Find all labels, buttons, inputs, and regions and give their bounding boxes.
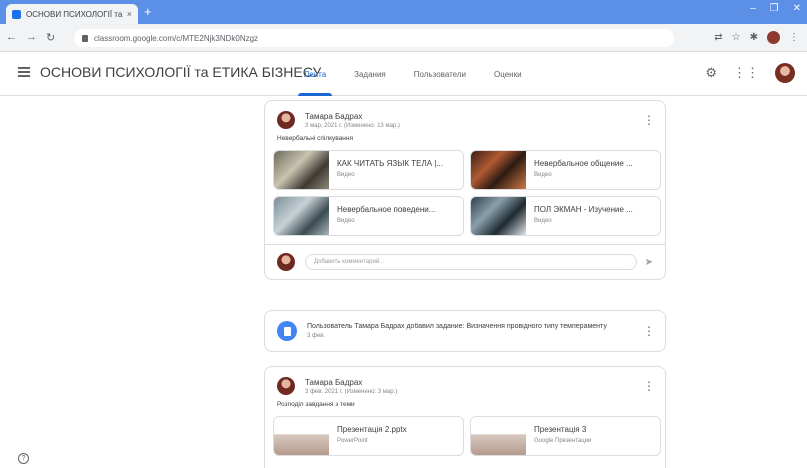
stream-post: Тамара Бадрах 3 мар. 2021 г. (Изменено: … bbox=[264, 100, 666, 280]
more-options-icon[interactable]: ⋮ bbox=[643, 379, 655, 393]
comment-bar: Добавить комментарий... ➤ bbox=[265, 244, 665, 279]
attachment-info: КАК ЧИТАТЬ ЯЗЫК ТЕЛА |... Видео bbox=[329, 151, 451, 189]
back-icon[interactable]: ← bbox=[6, 31, 17, 44]
attachment-title: ПОЛ ЭКМАН - Изучение ... bbox=[534, 205, 633, 214]
video-thumbnail bbox=[274, 151, 329, 189]
assignment-icon bbox=[277, 321, 297, 341]
attachment-type: Видео bbox=[337, 218, 355, 224]
attachment-presentation[interactable]: Презентація 2.pptx PowerPoint bbox=[273, 416, 464, 456]
commenter-avatar bbox=[277, 253, 295, 271]
new-tab-button[interactable]: + bbox=[144, 5, 152, 18]
post-text: Розподіл завдання з теми bbox=[277, 401, 355, 408]
tab-people[interactable]: Пользователи bbox=[400, 52, 480, 96]
tab-stream[interactable]: Лента bbox=[290, 52, 340, 96]
browser-toolbar: ← → ↻ classroom.google.com/c/MTE2Njk3NDk… bbox=[0, 24, 807, 52]
notice-date: 3 фев. bbox=[307, 333, 326, 339]
attachments-grid: КАК ЧИТАТЬ ЯЗЫК ТЕЛА |... Видео Невербал… bbox=[265, 150, 665, 236]
settings-gear-icon[interactable]: ⚙ bbox=[705, 65, 717, 81]
browser-tools: ⇄ ☆ ✱ ⋮ bbox=[714, 31, 799, 44]
notice-info: Пользователь Тамара Бадрах добавил задан… bbox=[307, 323, 643, 339]
attachment-type: PowerPoint bbox=[337, 438, 368, 444]
video-thumbnail bbox=[274, 197, 329, 235]
post-author: Тамара Бадрах bbox=[305, 377, 363, 387]
author-avatar bbox=[277, 111, 295, 129]
classwork-notice[interactable]: Пользователь Тамара Бадрах добавил задан… bbox=[264, 310, 666, 352]
post-header: Тамара Бадрах 3 мар. 2021 г. (Изменено: … bbox=[265, 101, 665, 131]
video-thumbnail bbox=[471, 151, 526, 189]
classroom-header: ОСНОВИ ПСИХОЛОГІЇ та ЕТИКА БІЗНЕСУ Лента… bbox=[0, 52, 807, 96]
attachment-title: Невербальное общение ... bbox=[534, 159, 633, 168]
class-title[interactable]: ОСНОВИ ПСИХОЛОГІЇ та ЕТИКА БІЗНЕСУ bbox=[40, 64, 321, 80]
address-bar[interactable]: classroom.google.com/c/MTE2Njk3NDk0Nzgz bbox=[74, 29, 674, 47]
post-meta: Тамара Бадрах 3 фев. 2021 г. (Изменено: … bbox=[305, 378, 643, 395]
class-tabs: Лента Задания Пользователи Оценки bbox=[290, 52, 536, 96]
attachment-title: Презентація 3 bbox=[534, 425, 587, 434]
minimize-icon[interactable]: ‒ bbox=[750, 3, 756, 14]
video-thumbnail bbox=[471, 197, 526, 235]
url-text: classroom.google.com/c/MTE2Njk3NDk0Nzgz bbox=[94, 33, 259, 43]
profile-avatar-icon[interactable] bbox=[767, 31, 780, 44]
attachment-title: Невербальное поведени... bbox=[337, 205, 436, 214]
notice-text: Пользователь Тамара Бадрах добавил задан… bbox=[307, 323, 607, 330]
notice-row: Пользователь Тамара Бадрах добавил задан… bbox=[265, 311, 665, 351]
attachment-video[interactable]: Невербальное общение ... Видео bbox=[470, 150, 661, 190]
reload-icon[interactable]: ↻ bbox=[46, 31, 55, 44]
browser-tab-title: ОСНОВИ ПСИХОЛОГІЇ та ЕТИКА bbox=[26, 9, 123, 19]
presentation-thumbnail bbox=[471, 417, 526, 455]
presentation-thumbnail bbox=[274, 417, 329, 455]
window-controls: ‒ ❐ ✕ bbox=[750, 3, 801, 14]
author-avatar bbox=[277, 377, 295, 395]
attachment-info: ПОЛ ЭКМАН - Изучение ... Видео bbox=[526, 197, 641, 235]
attachment-info: Невербальное общение ... Видео bbox=[526, 151, 641, 189]
attachment-video[interactable]: ПОЛ ЭКМАН - Изучение ... Видео bbox=[470, 196, 661, 236]
lock-icon bbox=[82, 34, 88, 42]
post-meta: Тамара Бадрах 3 мар. 2021 г. (Изменено: … bbox=[305, 112, 643, 129]
help-icon[interactable]: ? bbox=[18, 453, 29, 464]
attachment-video[interactable]: КАК ЧИТАТЬ ЯЗЫК ТЕЛА |... Видео bbox=[273, 150, 464, 190]
stream-post: Тамара Бадрах 3 фев. 2021 г. (Изменено: … bbox=[264, 366, 666, 468]
close-tab-icon[interactable]: × bbox=[127, 9, 132, 19]
header-actions: ⚙ ⋮⋮ bbox=[705, 63, 795, 83]
user-avatar[interactable] bbox=[775, 63, 795, 83]
post-text: Невербальні спілкування bbox=[277, 135, 353, 142]
apps-grid-icon[interactable]: ⋮⋮ bbox=[733, 65, 759, 81]
close-window-icon[interactable]: ✕ bbox=[793, 3, 801, 14]
more-options-icon[interactable]: ⋮ bbox=[643, 324, 655, 338]
tab-grades[interactable]: Оценки bbox=[480, 52, 536, 96]
main-menu-icon[interactable] bbox=[18, 67, 30, 77]
browser-nav: ← → ↻ bbox=[6, 31, 55, 44]
browser-tabstrip: ОСНОВИ ПСИХОЛОГІЇ та ЕТИКА × + ‒ ❐ ✕ bbox=[0, 0, 807, 24]
attachment-info: Презентація 2.pptx PowerPoint bbox=[329, 417, 415, 455]
attachment-video[interactable]: Невербальное поведени... Видео bbox=[273, 196, 464, 236]
attachment-type: Видео bbox=[534, 172, 552, 178]
tab-classwork[interactable]: Задания bbox=[340, 52, 400, 96]
more-options-icon[interactable]: ⋮ bbox=[643, 113, 655, 127]
attachment-type: Видео bbox=[337, 172, 355, 178]
post-author: Тамара Бадрах bbox=[305, 111, 363, 121]
attachment-title: Презентація 2.pptx bbox=[337, 425, 407, 434]
browser-tab[interactable]: ОСНОВИ ПСИХОЛОГІЇ та ЕТИКА × bbox=[6, 4, 138, 24]
attachment-type: Google Презентации bbox=[534, 438, 592, 444]
classroom-favicon-icon bbox=[12, 9, 21, 19]
post-date: 3 мар. 2021 г. (Изменено: 13 мар.) bbox=[305, 122, 400, 129]
attachment-type: Видео bbox=[534, 218, 552, 224]
attachment-presentation[interactable]: Презентація 3 Google Презентации bbox=[470, 416, 661, 456]
attachments-grid: Презентація 2.pptx PowerPoint Презентаці… bbox=[265, 416, 665, 456]
send-icon[interactable]: ➤ bbox=[645, 257, 653, 268]
attachment-info: Невербальное поведени... Видео bbox=[329, 197, 443, 235]
maximize-icon[interactable]: ❐ bbox=[770, 3, 779, 14]
extensions-icon[interactable]: ✱ bbox=[750, 32, 758, 43]
post-header: Тамара Бадрах 3 фев. 2021 г. (Изменено: … bbox=[265, 367, 665, 397]
bookmark-star-icon[interactable]: ☆ bbox=[732, 32, 741, 43]
browser-menu-icon[interactable]: ⋮ bbox=[789, 32, 799, 43]
forward-icon[interactable]: → bbox=[26, 31, 37, 44]
translate-icon[interactable]: ⇄ bbox=[714, 32, 722, 43]
post-date: 3 фев. 2021 г. (Изменено: 3 мар.) bbox=[305, 388, 398, 395]
attachment-title: КАК ЧИТАТЬ ЯЗЫК ТЕЛА |... bbox=[337, 159, 444, 168]
attachment-info: Презентація 3 Google Презентации bbox=[526, 417, 599, 455]
comment-input[interactable]: Добавить комментарий... bbox=[305, 254, 637, 270]
